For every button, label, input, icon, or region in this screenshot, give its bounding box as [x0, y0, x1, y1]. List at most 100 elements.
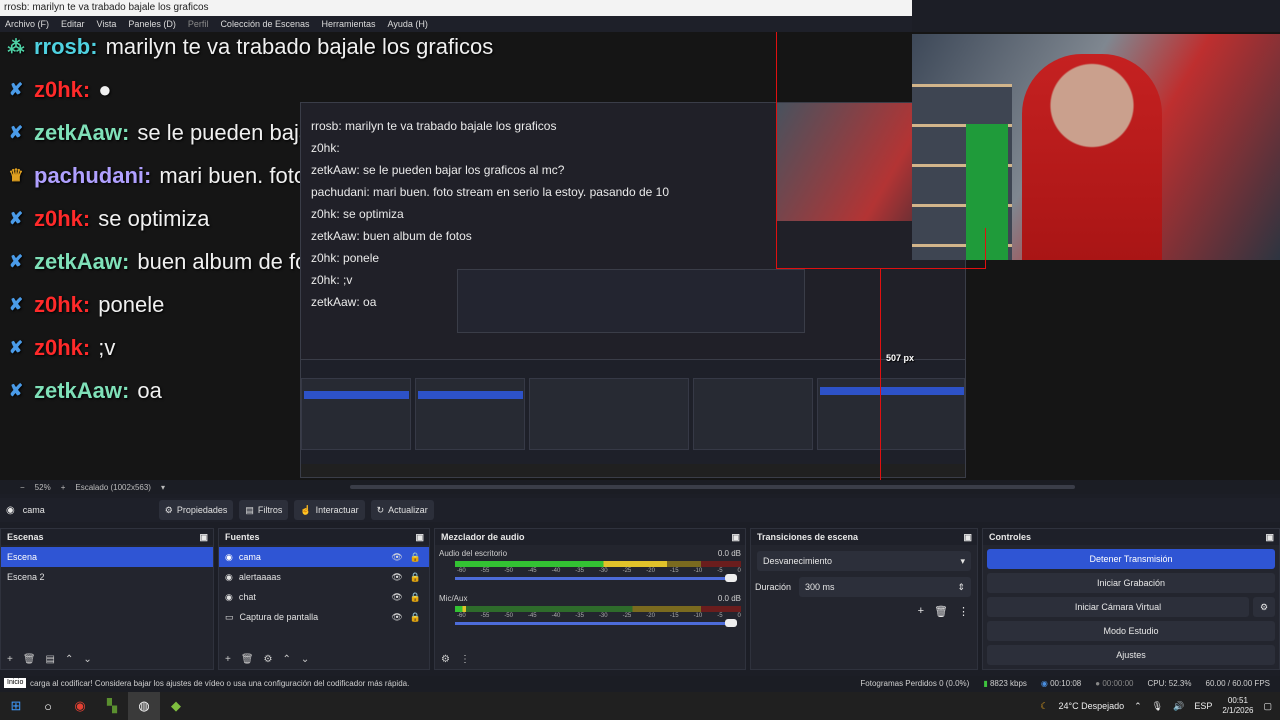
- menu-paneles[interactable]: Paneles (D): [128, 16, 176, 32]
- preview-canvas[interactable]: ⁂ rrosb: marilyn te va trabado bajale los …: [0, 32, 1280, 480]
- nested-chat-line: z0hk: se optimiza: [311, 207, 404, 221]
- start-virtual-camera-button[interactable]: Iniciar Cámara Virtual: [987, 597, 1249, 617]
- volume-slider[interactable]: [455, 574, 737, 582]
- search-icon[interactable]: ○: [32, 692, 64, 720]
- move-down-icon[interactable]: ⌄: [301, 654, 309, 665]
- move-down-icon[interactable]: ⌄: [83, 654, 91, 665]
- clock[interactable]: 00:51 2/1/2026: [1222, 696, 1253, 716]
- scene-item-escena[interactable]: Escena: [1, 547, 213, 567]
- minecraft-launcher-icon[interactable]: ▚: [96, 692, 128, 720]
- add-icon[interactable]: +: [7, 654, 13, 665]
- windows-start-icon[interactable]: ⊞: [0, 692, 32, 720]
- source-item-captura[interactable]: ▭ Captura de pantalla 👁 🔒: [219, 607, 429, 627]
- source-item-chat[interactable]: ◉ chat 👁 🔒: [219, 587, 429, 607]
- chevron-up-icon[interactable]: ⌃: [1134, 701, 1142, 712]
- eye-icon[interactable]: 👁: [391, 587, 402, 607]
- chat-badge-icon: ⁂: [7, 37, 25, 56]
- scene-item-escena-2[interactable]: Escena 2: [1, 567, 213, 587]
- bitrate: ▮ 8823 kbps: [983, 676, 1027, 692]
- lock-icon[interactable]: 🔒: [410, 587, 421, 607]
- source-label: chat: [238, 592, 256, 602]
- chat-badge-icon: ✘: [8, 338, 24, 357]
- properties-button[interactable]: ⚙ Propiedades: [158, 500, 234, 520]
- chat-badge-icon: ✘: [8, 123, 24, 142]
- studio-mode-button[interactable]: Modo Estudio: [987, 621, 1275, 641]
- menu-perfil[interactable]: Perfil: [188, 16, 209, 32]
- lock-icon[interactable]: 🔒: [410, 567, 421, 587]
- zoom-minus[interactable]: −: [20, 483, 25, 492]
- meter-tick: -55: [480, 568, 490, 574]
- zoom-plus[interactable]: +: [61, 483, 66, 492]
- stream-time-value: 00:10:08: [1050, 679, 1082, 688]
- dock-menu-icon[interactable]: ▣: [1265, 529, 1274, 545]
- interact-button[interactable]: ☝ Interactuar: [294, 500, 365, 520]
- trash-icon[interactable]: 🗑: [241, 654, 254, 665]
- chat-username: z0hk:: [34, 206, 91, 231]
- volume-slider[interactable]: [455, 619, 737, 627]
- chat-message: ;v: [98, 335, 116, 360]
- menu-herramientas[interactable]: Herramientas: [322, 16, 376, 32]
- language-indicator[interactable]: ESP: [1194, 701, 1212, 711]
- dock-menu-icon[interactable]: ▣: [199, 529, 208, 545]
- chat-username: z0hk:: [34, 77, 91, 102]
- menu-vista[interactable]: Vista: [97, 16, 117, 32]
- meter-tick: 0: [737, 568, 741, 574]
- browser-icon: ◉: [225, 592, 233, 602]
- virtual-camera-gear-icon[interactable]: ⚙: [1253, 597, 1275, 617]
- move-up-icon[interactable]: ⌃: [65, 654, 73, 665]
- gear-icon[interactable]: ⚙: [441, 654, 450, 665]
- meter-tick: -10: [693, 613, 703, 619]
- speaker-icon[interactable]: 🔊: [1173, 701, 1184, 712]
- filters-button[interactable]: ▤ Filtros: [239, 500, 289, 520]
- start-recording-button[interactable]: Iniciar Grabación: [987, 573, 1275, 593]
- settings-button[interactable]: Ajustes: [987, 645, 1275, 665]
- move-up-icon[interactable]: ⌃: [283, 654, 291, 665]
- guide-line-v2: [880, 268, 881, 480]
- preview-scrollbar[interactable]: [350, 485, 1075, 489]
- refresh-button[interactable]: ↻ Actualizar: [370, 500, 434, 520]
- lock-icon[interactable]: 🔒: [410, 547, 421, 567]
- gear-icon[interactable]: ⚙: [264, 654, 273, 665]
- notification-icon[interactable]: ▢: [1263, 701, 1272, 712]
- dock-menu-icon[interactable]: ▣: [963, 529, 972, 545]
- dock-menu-icon[interactable]: ▣: [415, 529, 424, 545]
- nested-taskbar: [301, 464, 965, 477]
- minecraft-icon[interactable]: ◆: [160, 692, 192, 720]
- source-item-cama[interactable]: ◉ cama 👁 🔒: [219, 547, 429, 567]
- dock-menu-icon[interactable]: ▣: [731, 529, 740, 545]
- more-icon[interactable]: ⋮: [958, 605, 969, 618]
- spinner-icon: ⇕: [957, 582, 965, 592]
- menu-coleccion[interactable]: Colección de Escenas: [220, 16, 309, 32]
- source-item-alertaaaas[interactable]: ◉ alertaaaas 👁 🔒: [219, 567, 429, 587]
- status-bar: Inicio carga al codificar! Considera baj…: [0, 676, 1280, 692]
- weather-icon: ☾: [1040, 700, 1049, 711]
- eye-icon[interactable]: 👁: [391, 567, 402, 587]
- menu-archivo[interactable]: Archivo (F): [5, 16, 49, 32]
- obs-icon[interactable]: ◍: [128, 692, 160, 720]
- transition-select[interactable]: Desvanecimiento ▾: [757, 551, 971, 571]
- browser-icon: ◉: [225, 572, 233, 582]
- slider-knob[interactable]: [725, 574, 737, 582]
- duration-field[interactable]: 300 ms ⇕: [799, 577, 971, 597]
- mic-icon[interactable]: 🎙: [1152, 701, 1163, 712]
- duration-label: Duración: [755, 582, 792, 592]
- eye-icon[interactable]: 👁: [391, 607, 402, 627]
- filter-icon[interactable]: ▤: [46, 654, 55, 665]
- menu-ayuda[interactable]: Ayuda (H): [388, 16, 428, 32]
- slider-knob[interactable]: [725, 619, 737, 627]
- monitor-icon: ▭: [225, 612, 234, 622]
- add-icon[interactable]: +: [225, 654, 231, 665]
- meter-tick: -25: [622, 568, 632, 574]
- menu-editar[interactable]: Editar: [61, 16, 85, 32]
- trash-icon[interactable]: 🗑: [934, 605, 948, 618]
- stream-time: ◉ 00:10:08: [1041, 676, 1081, 692]
- chat-username: zetkAaw:: [34, 378, 130, 403]
- add-icon[interactable]: +: [918, 605, 924, 618]
- trash-icon[interactable]: 🗑: [23, 654, 36, 665]
- eye-icon[interactable]: 👁: [391, 547, 402, 567]
- stop-stream-button[interactable]: Detener Transmisión: [987, 549, 1275, 569]
- lock-icon[interactable]: 🔒: [410, 607, 421, 627]
- chrome-icon[interactable]: ◉: [64, 692, 96, 720]
- scaling-dropdown-icon[interactable]: ▾: [161, 483, 165, 492]
- more-icon[interactable]: ⋮: [460, 654, 470, 665]
